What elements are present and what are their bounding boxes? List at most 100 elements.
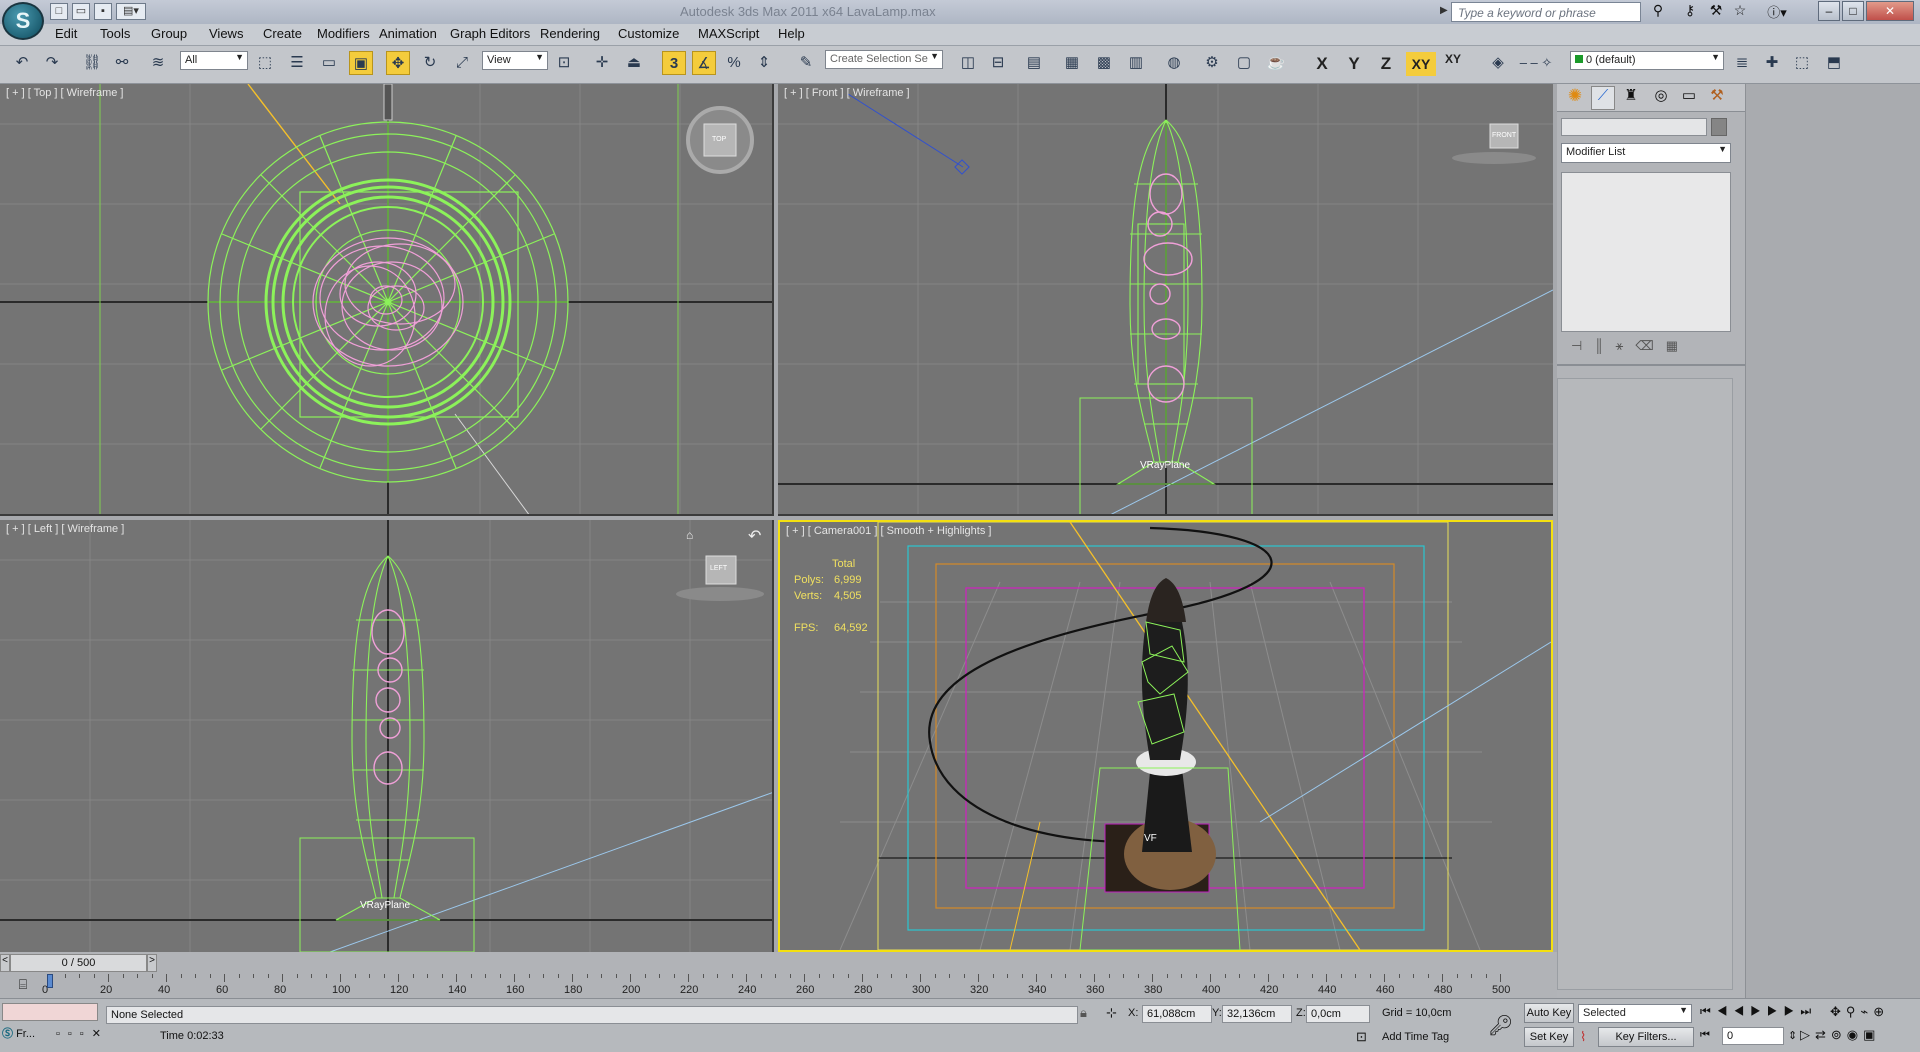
render-setup-icon[interactable]: ⚙ [1200,51,1224,75]
rendered-frame-window-icon[interactable]: ▢ [1232,51,1256,75]
hierarchy-tab-icon[interactable]: ♜ [1619,86,1643,110]
key-filters-button[interactable]: Key Filters... [1598,1027,1694,1047]
mirror-icon[interactable]: ◫ [956,51,980,75]
close-button[interactable]: ✕ [1866,1,1914,21]
set-key-mode-icon[interactable]: 🔑︎ [1488,1013,1513,1038]
viewport-top-label[interactable]: [ + ] [ Top ] [ Wireframe ] [6,87,123,99]
playback-controls[interactable]: ⏮◀◀▶▶▶⏭ [1700,1004,1817,1019]
time-slider-marker[interactable] [47,974,53,988]
named-selection-dropdown[interactable]: Create Selection Se ▼ [825,50,943,69]
minimize-button[interactable]: – [1818,1,1840,21]
communication-center-icon[interactable]: ⚒ [1706,2,1726,22]
utilities-tab-icon[interactable]: ⚒ [1705,86,1729,110]
viewcube-front-ring[interactable] [1452,152,1536,164]
key-mode-dropdown[interactable]: Selected ▼ [1578,1004,1692,1023]
spinner-snap-icon[interactable]: ⇕ [752,51,776,75]
display-tab-icon[interactable]: ▭ [1677,86,1701,110]
viewport-navigation-top[interactable]: ✥⚲⌁⊕ [1830,1004,1889,1020]
key-mode-toggle-icon[interactable]: ⏮ [1700,1029,1710,1042]
project-folder-icon[interactable]: ▤▾ [116,3,146,20]
viewport-top[interactable]: [ + ] [ Top ] [ Wireframe ] TOP [0,84,774,516]
axis-xy-cycle-button[interactable]: XY [1438,52,1468,76]
x-coord-field[interactable]: 61,088cm [1142,1005,1212,1023]
link-icon[interactable]: ⛓ [80,51,104,75]
edit-named-selection-icon[interactable]: ✎ [794,51,818,75]
select-manipulate-icon[interactable]: ✛ [590,51,614,75]
viewcube-left-ring[interactable] [676,587,764,601]
favorites-star-icon[interactable]: ☆ [1730,2,1750,22]
absolute-mode-icon[interactable]: ⊹ [1106,1005,1117,1021]
reference-coordinate-dropdown[interactable]: View ▼ [482,51,548,70]
menu-create[interactable]: Create [263,26,302,41]
maximize-button[interactable]: □ [1842,1,1864,21]
bind-spacewarp-icon[interactable]: ≋ [146,51,170,75]
search-input[interactable]: Type a keyword or phrase [1451,2,1641,22]
menu-maxscript[interactable]: MAXScript [698,26,759,41]
listener-tab[interactable]: Ⓢ Fr... [2,1025,50,1045]
modifier-list-dropdown[interactable]: Modifier List ▼ [1561,143,1731,163]
object-name-field[interactable] [1561,118,1707,136]
time-slider[interactable]: 0 / 500 [10,954,147,972]
stack-controls-icons[interactable]: ⊣║⚹⌫▦ [1571,338,1731,356]
layer-manager-icon[interactable]: ▤ [1022,51,1046,75]
select-rotate-icon[interactable]: ↻ [418,51,442,75]
app-logo-button[interactable]: S [2,2,44,40]
help-icon[interactable]: ⓘ▾ [1762,2,1792,22]
viewport-camera[interactable]: [ + ] [ Camera001 ] [ Smooth + Highlight… [778,520,1553,952]
render-production-icon[interactable]: ☕ [1264,51,1288,75]
menu-animation[interactable]: Animation [379,26,437,41]
unlink-icon[interactable]: ⚯ [110,51,134,75]
axis-xy-button[interactable]: XY [1406,52,1436,76]
layer-visibility-icons[interactable]: – – ✧ [1516,51,1556,75]
y-coord-field[interactable]: 32,136cm [1222,1005,1292,1023]
viewcube-orbit-icon[interactable]: ↶ [748,526,761,546]
create-tab-icon[interactable]: ✺ [1563,86,1587,110]
add-to-layer-icon[interactable]: ✚ [1760,51,1784,75]
modify-tab-icon[interactable]: ⟋ [1591,86,1615,110]
object-color-swatch[interactable] [1711,118,1727,136]
layer-icon[interactable]: ◈ [1486,51,1510,75]
menu-rendering[interactable]: Rendering [540,26,600,41]
search-expand-icon[interactable]: ▶ [1440,5,1448,16]
default-in-out-tangent-icon[interactable]: ⌇ [1580,1029,1586,1045]
time-slider-next[interactable]: > [147,954,157,972]
schematic-view-icon[interactable]: ▥ [1124,51,1148,75]
graphite-ribbon-icon[interactable]: ▦ [1060,51,1084,75]
listener-window-controls[interactable]: ▫▫▫✕ [56,1027,156,1040]
set-current-layer-icon[interactable]: ⬒ [1822,51,1846,75]
maxscript-listener-field[interactable] [2,1003,98,1021]
keyboard-shortcut-override-icon[interactable]: ⏏ [622,51,646,75]
create-layer-icon[interactable]: ≣ [1730,51,1754,75]
pivot-center-icon[interactable]: ⊡ [552,51,576,75]
viewport-front-label[interactable]: [ + ] [ Front ] [ Wireframe ] [784,87,910,99]
menu-views[interactable]: Views [209,26,243,41]
viewport-navigation-bottom[interactable]: ▷⇄⊚◉▣ [1800,1027,1880,1043]
menu-help[interactable]: Help [778,26,805,41]
time-configuration-icon[interactable]: ⇕ [1788,1029,1797,1042]
new-file-icon[interactable]: □ [50,3,68,20]
open-file-icon[interactable]: ▭ [72,3,90,20]
rectangular-selection-icon[interactable]: ▭ [317,51,341,75]
material-editor-icon[interactable]: ◍ [1162,51,1186,75]
binoculars-icon[interactable]: ⚲ [1648,2,1668,22]
align-icon[interactable]: ⊟ [986,51,1010,75]
auto-key-button[interactable]: Auto Key [1524,1003,1574,1023]
menu-graph-editors[interactable]: Graph Editors [450,26,530,41]
time-ruler[interactable]: 0 20 40 60 80 100 120 140 160 180 200 220 240 260 280 3… [42,974,1554,998]
redo-icon[interactable]: ↷ [40,51,64,75]
viewcube-home-icon[interactable]: ⌂ [686,528,693,542]
selection-filter-dropdown[interactable]: All ▼ [180,51,248,70]
menu-edit[interactable]: Edit [55,26,77,41]
subscription-icon[interactable]: ⚷ [1680,2,1700,22]
lock-selection-icon[interactable]: 🔒︎ [1080,1005,1087,1021]
viewport-front[interactable]: [ + ] [ Front ] [ Wireframe ] FRONT VRay… [778,84,1553,516]
axis-y-button[interactable]: Y [1342,52,1366,76]
snaps-toggle-button[interactable]: 3 [662,51,686,75]
select-scale-icon[interactable]: ⤢ [450,51,474,75]
select-object-icon[interactable]: ⬚ [253,51,277,75]
menu-group[interactable]: Group [151,26,187,41]
select-by-name-icon[interactable]: ☰ [285,51,309,75]
menu-modifiers[interactable]: Modifiers [317,26,370,41]
undo-icon[interactable]: ↶ [10,51,34,75]
axis-x-button[interactable]: X [1310,52,1334,76]
